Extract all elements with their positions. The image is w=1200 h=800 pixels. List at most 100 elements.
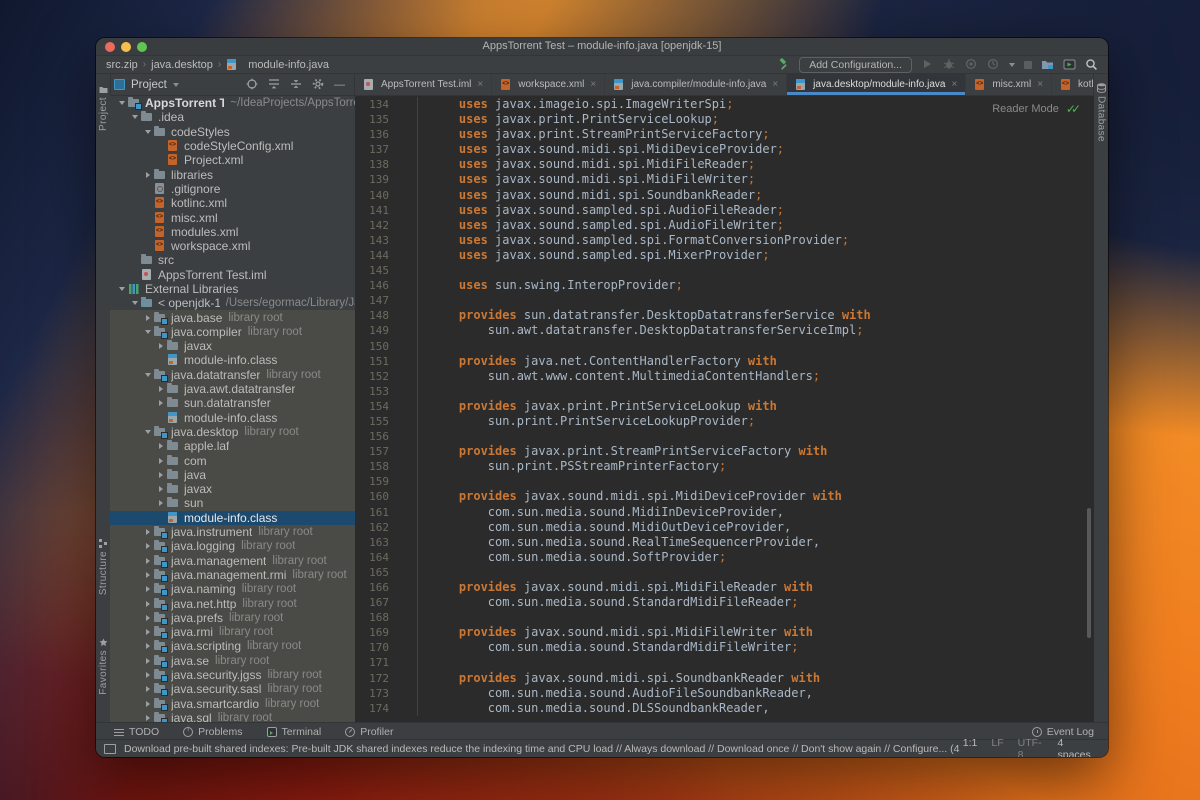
chevron-closed-icon[interactable] <box>142 700 154 707</box>
tree-item[interactable]: sun <box>110 496 355 511</box>
editor-tab[interactable]: AppsTorrent Test.iml × <box>355 74 493 95</box>
chevron-open-icon[interactable] <box>116 101 128 106</box>
chevron-closed-icon[interactable] <box>142 672 154 679</box>
tool-window-button-todo[interactable]: TODO <box>114 726 159 738</box>
chevron-closed-icon[interactable] <box>142 714 154 721</box>
tree-item[interactable]: modules.xml <box>110 225 355 239</box>
tree-item[interactable]: libraries <box>110 167 355 182</box>
locate-file-icon[interactable] <box>246 78 259 91</box>
chevron-closed-icon[interactable] <box>142 586 154 593</box>
close-tab-icon[interactable]: × <box>590 79 596 90</box>
editor-tab[interactable]: java.desktop/module-info.java × <box>787 74 967 95</box>
chevron-closed-icon[interactable] <box>142 686 154 693</box>
chevron-closed-icon[interactable] <box>155 471 167 478</box>
tree-item[interactable]: java.net.http library root <box>110 596 355 611</box>
debug-icon[interactable] <box>943 58 956 71</box>
chevron-closed-icon[interactable] <box>155 400 167 407</box>
tree-item[interactable]: java.datatransfer library root <box>110 367 355 382</box>
close-tab-icon[interactable]: × <box>477 79 483 90</box>
editor-tab[interactable]: java.compiler/module-info.java × <box>605 74 788 95</box>
tool-stripe-favorites[interactable]: Favorites <box>96 635 110 695</box>
chevron-closed-icon[interactable] <box>155 486 167 493</box>
tree-item[interactable]: module-info.class <box>110 353 355 368</box>
chevron-closed-icon[interactable] <box>155 443 167 450</box>
tree-item[interactable]: java.awt.datatransfer <box>110 381 355 397</box>
tree-item[interactable]: Project.xml <box>110 153 355 167</box>
tree-item[interactable]: java.naming library root <box>110 582 355 597</box>
breadcrumb-item[interactable]: module-info.java <box>248 59 329 71</box>
chevron-open-icon[interactable] <box>142 429 154 434</box>
tool-stripe-database[interactable]: Database <box>1094 80 1108 142</box>
search-icon[interactable] <box>1085 58 1098 71</box>
coverage-icon[interactable] <box>965 58 978 71</box>
tree-item[interactable]: java.management library root <box>110 553 355 568</box>
chevron-closed-icon[interactable] <box>142 657 154 664</box>
chevron-closed-icon[interactable] <box>155 500 167 507</box>
tree-item[interactable]: java.base library root <box>110 310 355 325</box>
chevron-closed-icon[interactable] <box>142 600 154 607</box>
chevron-closed-icon[interactable] <box>142 557 154 564</box>
tree-item[interactable]: java.compiler library root <box>110 324 355 340</box>
close-tab-icon[interactable]: × <box>951 79 957 90</box>
chevron-down-icon[interactable] <box>1009 62 1015 67</box>
chevron-open-icon[interactable] <box>129 115 141 120</box>
tool-window-button-terminal[interactable]: Terminal <box>266 726 321 738</box>
tree-item[interactable]: com <box>110 453 355 468</box>
reader-mode-widget[interactable]: Reader Mode ✓✓ <box>992 102 1081 116</box>
chevron-closed-icon[interactable] <box>142 571 154 578</box>
chevron-closed-icon[interactable] <box>142 529 154 536</box>
tree-item[interactable]: module-info.class <box>110 410 355 425</box>
profiler-icon[interactable] <box>987 58 1000 71</box>
tree-item[interactable]: misc.xml <box>110 210 355 225</box>
status-line-separator[interactable]: LF <box>991 737 1003 758</box>
editor-tab[interactable]: kotlinc.xml× <box>1052 74 1094 95</box>
chevron-closed-icon[interactable] <box>155 386 167 393</box>
tool-window-button-profiler[interactable]: Profiler <box>345 726 393 738</box>
tool-stripe-project[interactable]: Project <box>96 82 110 131</box>
editor-scrollbar[interactable] <box>1087 508 1091 638</box>
status-message[interactable]: Download pre-built shared indexes: Pre-b… <box>124 743 963 755</box>
tree-item[interactable]: java.prefs library root <box>110 610 355 625</box>
tree-item[interactable]: module-info.class <box>110 510 355 525</box>
tree-item[interactable]: java.management.rmi library root <box>110 567 355 583</box>
tree-item[interactable]: kotlinc.xml <box>110 196 355 210</box>
editor-tab[interactable]: workspace.xml × <box>492 74 606 95</box>
editor-tab[interactable]: misc.xml × <box>966 74 1053 95</box>
tree-item[interactable]: java <box>110 467 355 483</box>
status-indent-size[interactable]: 4 spaces <box>1058 737 1095 758</box>
chevron-closed-icon[interactable] <box>142 314 154 321</box>
status-window-icon[interactable] <box>104 743 116 754</box>
tree-item[interactable]: < openjdk-15 > /Users/egormac/Library/Jav… <box>110 296 355 310</box>
tree-item[interactable]: sun.datatransfer <box>110 396 355 411</box>
tree-item[interactable]: javax <box>110 339 355 354</box>
chevron-open-icon[interactable] <box>129 301 141 306</box>
tree-item[interactable]: workspace.xml <box>110 239 355 253</box>
close-tab-icon[interactable]: × <box>1037 79 1043 90</box>
chevron-closed-icon[interactable] <box>142 543 154 550</box>
tree-item[interactable]: AppsTorrent Test.iml <box>110 268 355 282</box>
project-view-dropdown-icon[interactable] <box>172 82 179 87</box>
tree-item[interactable]: External Libraries <box>110 282 355 296</box>
hide-panel-icon[interactable]: — <box>334 79 345 91</box>
expand-all-icon[interactable] <box>268 78 281 91</box>
breadcrumb-item[interactable]: src.zip <box>106 59 138 71</box>
tree-item[interactable]: java.rmi library root <box>110 624 355 640</box>
code-editor[interactable]: 134 uses javax.imageio.spi.ImageWriterSp… <box>355 96 1094 723</box>
tree-item[interactable]: java.se library root <box>110 653 355 668</box>
tree-item[interactable]: codeStyles <box>110 125 355 139</box>
tree-item[interactable]: java.instrument library root <box>110 524 355 540</box>
tree-item[interactable]: java.smartcardio library root <box>110 696 355 711</box>
tool-stripe-structure[interactable]: Structure <box>96 536 110 595</box>
settings-gear-icon[interactable] <box>312 78 325 91</box>
chevron-closed-icon[interactable] <box>142 171 154 178</box>
breadcrumb-item[interactable]: java.desktop <box>151 59 213 71</box>
chevron-closed-icon[interactable] <box>155 457 167 464</box>
tree-item[interactable]: .gitignore <box>110 182 355 196</box>
add-configuration-button[interactable]: Add Configuration... <box>799 56 912 73</box>
tree-item[interactable]: java.security.sasl library root <box>110 682 355 697</box>
project-folder-icon[interactable] <box>1041 58 1054 71</box>
tree-item[interactable]: java.scripting library root <box>110 639 355 654</box>
chevron-open-icon[interactable] <box>142 129 154 134</box>
tree-item[interactable]: java.security.jgss library root <box>110 667 355 683</box>
terminal-run-icon[interactable] <box>1063 58 1076 71</box>
